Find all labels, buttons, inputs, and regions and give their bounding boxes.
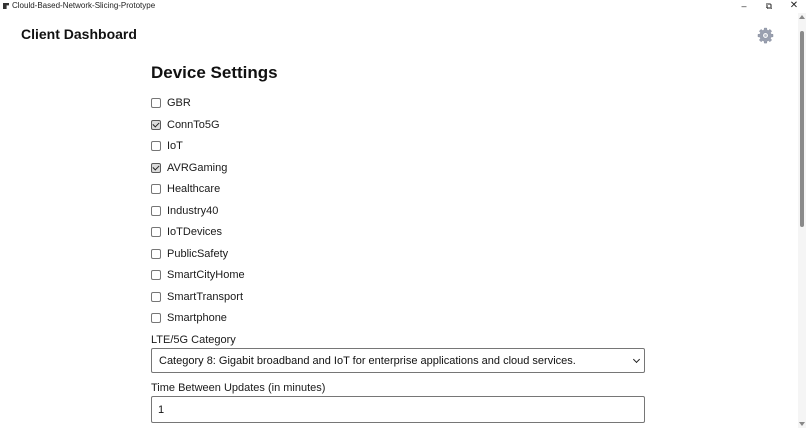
restore-button[interactable]: ⧉ bbox=[757, 0, 781, 12]
category-select-value: Category 8: Gigabit broadband and IoT fo… bbox=[159, 354, 576, 367]
vertical-scrollbar[interactable] bbox=[798, 13, 806, 428]
app-icon bbox=[3, 3, 9, 9]
checkbox-label: Smartphone bbox=[167, 312, 227, 324]
section-title-device-settings: Device Settings bbox=[151, 63, 278, 82]
scroll-up-arrow-icon[interactable] bbox=[799, 15, 805, 19]
gear-icon-graphic bbox=[757, 27, 774, 44]
checkbox-row-iot[interactable]: IoT bbox=[151, 138, 183, 154]
checkbox-smartphone[interactable] bbox=[151, 313, 161, 323]
checkbox-row-iotdevices[interactable]: IoTDevices bbox=[151, 224, 222, 240]
checkbox-label: ConnTo5G bbox=[167, 119, 220, 131]
gear-icon[interactable] bbox=[757, 27, 774, 44]
checkbox-publicsafety[interactable] bbox=[151, 249, 161, 259]
window-title: Clould-Based-Network-Slicing-Prototype bbox=[12, 1, 156, 10]
checkbox-row-publicsafety[interactable]: PublicSafety bbox=[151, 246, 228, 262]
checkbox-connto5g[interactable] bbox=[151, 120, 161, 130]
checkbox-row-smartcityhome[interactable]: SmartCityHome bbox=[151, 267, 245, 283]
checkbox-row-industry40[interactable]: Industry40 bbox=[151, 203, 218, 219]
scroll-down-arrow-icon[interactable] bbox=[799, 422, 805, 426]
checkbox-row-smarttransport[interactable]: SmartTransport bbox=[151, 289, 243, 305]
category-select[interactable]: Category 8: Gigabit broadband and IoT fo… bbox=[151, 348, 645, 373]
chevron-down-icon bbox=[632, 355, 641, 364]
checkbox-label: Healthcare bbox=[167, 183, 221, 195]
checkbox-smarttransport[interactable] bbox=[151, 292, 161, 302]
close-button[interactable]: ✕ bbox=[782, 0, 806, 12]
checkbox-label: SmartCityHome bbox=[167, 269, 245, 281]
checkbox-label: IoT bbox=[167, 140, 183, 152]
checkbox-row-gbr[interactable]: GBR bbox=[151, 95, 191, 111]
checkbox-label: SmartTransport bbox=[167, 291, 244, 303]
page-title: Client Dashboard bbox=[21, 26, 137, 42]
checkbox-healthcare[interactable] bbox=[151, 184, 161, 194]
update-interval-input[interactable]: 1 bbox=[151, 396, 645, 423]
checkbox-row-healthcare[interactable]: Healthcare bbox=[151, 181, 220, 197]
checkbox-iotdevices[interactable] bbox=[151, 227, 161, 237]
checkbox-row-smartphone[interactable]: Smartphone bbox=[151, 310, 227, 326]
window-title-bar: Clould-Based-Network-Slicing-Prototype –… bbox=[0, 0, 806, 13]
checkbox-row-connto5g[interactable]: ConnTo5G bbox=[151, 117, 220, 133]
checkbox-row-avrgaming[interactable]: AVRGaming bbox=[151, 160, 227, 176]
category-label: LTE/5G Category bbox=[151, 334, 236, 346]
checkbox-industry40[interactable] bbox=[151, 206, 161, 216]
checkbox-label: IoTDevices bbox=[167, 226, 223, 238]
scrollbar-thumb[interactable] bbox=[800, 31, 804, 227]
minimize-button[interactable]: – bbox=[732, 0, 756, 12]
checkbox-smartcityhome[interactable] bbox=[151, 270, 161, 280]
checkbox-iot[interactable] bbox=[151, 141, 161, 151]
update-interval-value: 1 bbox=[158, 403, 165, 416]
checkbox-gbr[interactable] bbox=[151, 98, 161, 108]
checkbox-label: AVRGaming bbox=[167, 162, 228, 174]
checkbox-label: Industry40 bbox=[167, 205, 219, 217]
checkbox-label: PublicSafety bbox=[167, 248, 229, 260]
update-interval-label: Time Between Updates (in minutes) bbox=[151, 382, 326, 394]
checkbox-avrgaming[interactable] bbox=[151, 163, 161, 173]
checkbox-label: GBR bbox=[167, 97, 191, 109]
